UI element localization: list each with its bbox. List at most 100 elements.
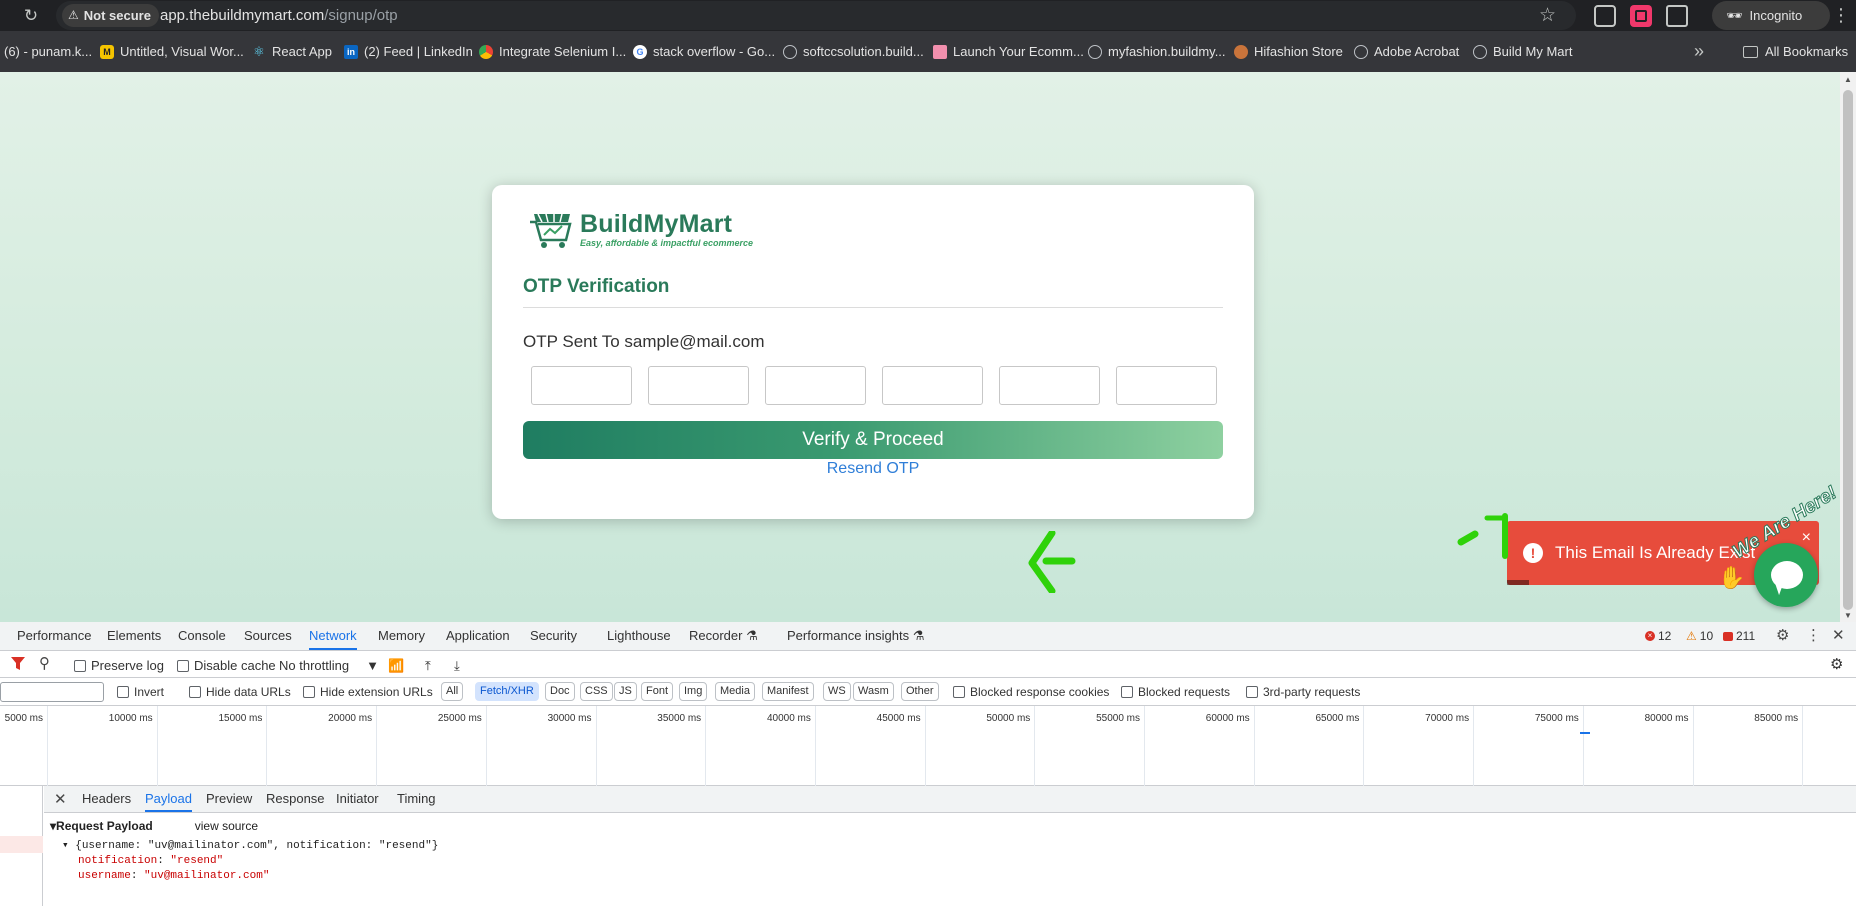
bookmark-item[interactable]: Hifashion Store — [1234, 44, 1343, 59]
filter-type-manifest[interactable]: Manifest — [762, 682, 814, 701]
filter-icon[interactable] — [11, 657, 25, 670]
error-count[interactable]: × 12 — [1645, 629, 1671, 643]
bookmark-star-icon[interactable]: ☆ — [1539, 4, 1556, 27]
bookmark-item[interactable]: in (2) Feed | LinkedIn — [344, 44, 473, 59]
tab-payload[interactable]: Payload — [145, 786, 192, 812]
selected-request-row[interactable] — [0, 836, 43, 853]
bookmark-item[interactable]: Gstack overflow - Go... — [633, 44, 775, 59]
tab-performance-insights[interactable]: Performance insights ⚗ — [787, 622, 924, 650]
payload-key: username — [78, 870, 131, 882]
hide-data-urls-checkbox[interactable]: Hide data URLs — [189, 685, 291, 699]
address-bar[interactable]: ⚠ Not secure app.thebuildmymart.com/sign… — [56, 1, 1576, 30]
filter-type-js[interactable]: JS — [614, 682, 637, 701]
chat-button[interactable] — [1754, 543, 1818, 607]
preserve-log-checkbox[interactable]: Preserve log — [74, 658, 164, 673]
otp-digit-input[interactable] — [999, 366, 1100, 405]
blocked-requests-checkbox[interactable]: Blocked requests — [1121, 685, 1230, 699]
bookmark-item[interactable]: Adobe Acrobat — [1354, 44, 1459, 59]
tab-memory[interactable]: Memory — [378, 622, 425, 650]
reload-icon[interactable]: ↻ — [20, 5, 42, 27]
tab-lighthouse[interactable]: Lighthouse — [607, 622, 671, 650]
payload-summary[interactable]: ▾ {username: "uv@mailinator.com", notifi… — [62, 838, 438, 852]
network-conditions-icon[interactable]: 📶 — [388, 658, 404, 674]
third-party-checkbox[interactable]: 3rd-party requests — [1246, 685, 1360, 699]
tab-timing[interactable]: Timing — [397, 786, 436, 812]
filter-type-all[interactable]: All — [441, 682, 464, 701]
scrollbar-thumb[interactable] — [1843, 90, 1853, 610]
filter-type-css[interactable]: CSS — [580, 682, 613, 701]
page-viewport: BuildMyMart Easy, affordable & impactful… — [0, 72, 1840, 622]
tab-headers[interactable]: Headers — [82, 786, 131, 812]
chevron-right-icon[interactable]: » — [1694, 41, 1704, 62]
filter-type-ws[interactable]: WS — [823, 682, 851, 701]
verify-proceed-button[interactable]: Verify & Proceed — [523, 421, 1223, 459]
hide-extension-urls-checkbox[interactable]: Hide extension URLs — [303, 685, 433, 699]
tab-security[interactable]: Security — [530, 622, 577, 650]
throttling-value: No throttling — [279, 658, 350, 673]
tab-application[interactable]: Application — [446, 622, 510, 650]
filter-type-img[interactable]: Img — [679, 682, 708, 701]
all-bookmarks-button[interactable]: All Bookmarks — [1743, 44, 1848, 59]
extension-recorder-icon[interactable] — [1630, 5, 1652, 27]
issue-count[interactable]: 211 — [1723, 629, 1755, 643]
filter-type-wasm[interactable]: Wasm — [853, 682, 894, 701]
download-har-icon[interactable]: ⤓ — [454, 658, 460, 674]
filter-type-doc[interactable]: Doc — [545, 682, 575, 701]
view-source-link[interactable]: view source — [195, 819, 258, 833]
network-settings-gear-icon[interactable]: ⚙ — [1830, 655, 1843, 673]
payload-heading[interactable]: ▾Request Payload view source — [50, 819, 438, 833]
otp-digit-input[interactable] — [531, 366, 632, 405]
warning-count[interactable]: ⚠ 10 — [1686, 629, 1713, 643]
tab-initiator[interactable]: Initiator — [336, 786, 379, 812]
devtools-menu-icon[interactable]: ⋮ — [1806, 627, 1821, 645]
security-chip[interactable]: ⚠ Not secure — [62, 4, 159, 27]
bookmark-item[interactable]: myfashion.buildmy... — [1088, 44, 1226, 59]
tab-elements[interactable]: Elements — [107, 622, 161, 650]
upload-har-icon[interactable]: ⤒ — [425, 658, 431, 674]
tab-performance-insights-label: Performance insights — [787, 628, 910, 643]
bookmark-item[interactable]: Launch Your Ecomm... — [933, 44, 1084, 59]
tab-preview[interactable]: Preview — [206, 786, 252, 812]
filter-input[interactable] — [0, 682, 104, 702]
otp-digit-input[interactable] — [648, 366, 749, 405]
bookmark-item[interactable]: (6) - punam.k... — [4, 44, 92, 59]
extension-icon[interactable] — [1594, 5, 1616, 27]
throttling-select[interactable]: No throttling ▼ — [279, 658, 379, 673]
extensions-puzzle-icon[interactable] — [1666, 5, 1688, 27]
bookmark-item[interactable]: Integrate Selenium I... — [479, 44, 626, 59]
close-detail-icon[interactable]: ✕ — [54, 790, 67, 808]
network-timeline[interactable]: 5000 ms 10000 ms 15000 ms 20000 ms 25000 ms 3… — [0, 706, 1856, 786]
request-list[interactable] — [0, 786, 43, 906]
otp-digit-input[interactable] — [1116, 366, 1217, 405]
bookmark-item[interactable]: ⚛ React App — [252, 44, 332, 59]
resend-otp-link[interactable]: Resend OTP — [492, 460, 1254, 478]
tab-performance[interactable]: Performance — [17, 622, 91, 650]
search-icon[interactable]: ⚲ — [39, 654, 50, 672]
incognito-chip[interactable]: 🕶 Incognito — [1712, 1, 1830, 30]
browser-menu-icon[interactable]: ⋮ — [1832, 4, 1850, 26]
bookmark-item[interactable]: softccsolution.build... — [783, 44, 924, 59]
close-devtools-icon[interactable]: ✕ — [1832, 627, 1845, 645]
scroll-down-icon[interactable]: ▼ — [1844, 611, 1852, 620]
invert-checkbox[interactable]: Invert — [117, 685, 164, 699]
disable-cache-checkbox[interactable]: Disable cache — [177, 658, 276, 673]
page-scrollbar[interactable]: ▲ ▼ — [1840, 72, 1856, 622]
bookmark-item[interactable]: M Untitled, Visual Wor... — [100, 44, 244, 59]
tab-console[interactable]: Console — [178, 622, 226, 650]
otp-digit-input[interactable] — [882, 366, 983, 405]
filter-type-media[interactable]: Media — [715, 682, 755, 701]
filter-type-fetch-xhr[interactable]: Fetch/XHR — [475, 682, 539, 701]
filter-type-other[interactable]: Other — [901, 682, 939, 701]
bookmark-item[interactable]: Build My Mart — [1473, 44, 1572, 59]
blocked-cookies-checkbox[interactable]: Blocked response cookies — [953, 685, 1109, 699]
tab-network[interactable]: Network — [309, 622, 357, 650]
tab-recorder[interactable]: Recorder ⚗ — [689, 622, 758, 650]
toast-close-icon[interactable]: × — [1802, 529, 1811, 547]
url-text[interactable]: app.thebuildmymart.com/signup/otp — [160, 1, 398, 30]
tab-sources[interactable]: Sources — [244, 622, 292, 650]
otp-digit-input[interactable] — [765, 366, 866, 405]
tab-response[interactable]: Response — [266, 786, 325, 812]
filter-type-font[interactable]: Font — [641, 682, 674, 701]
settings-gear-icon[interactable]: ⚙ — [1776, 627, 1789, 645]
scroll-up-icon[interactable]: ▲ — [1844, 75, 1852, 84]
